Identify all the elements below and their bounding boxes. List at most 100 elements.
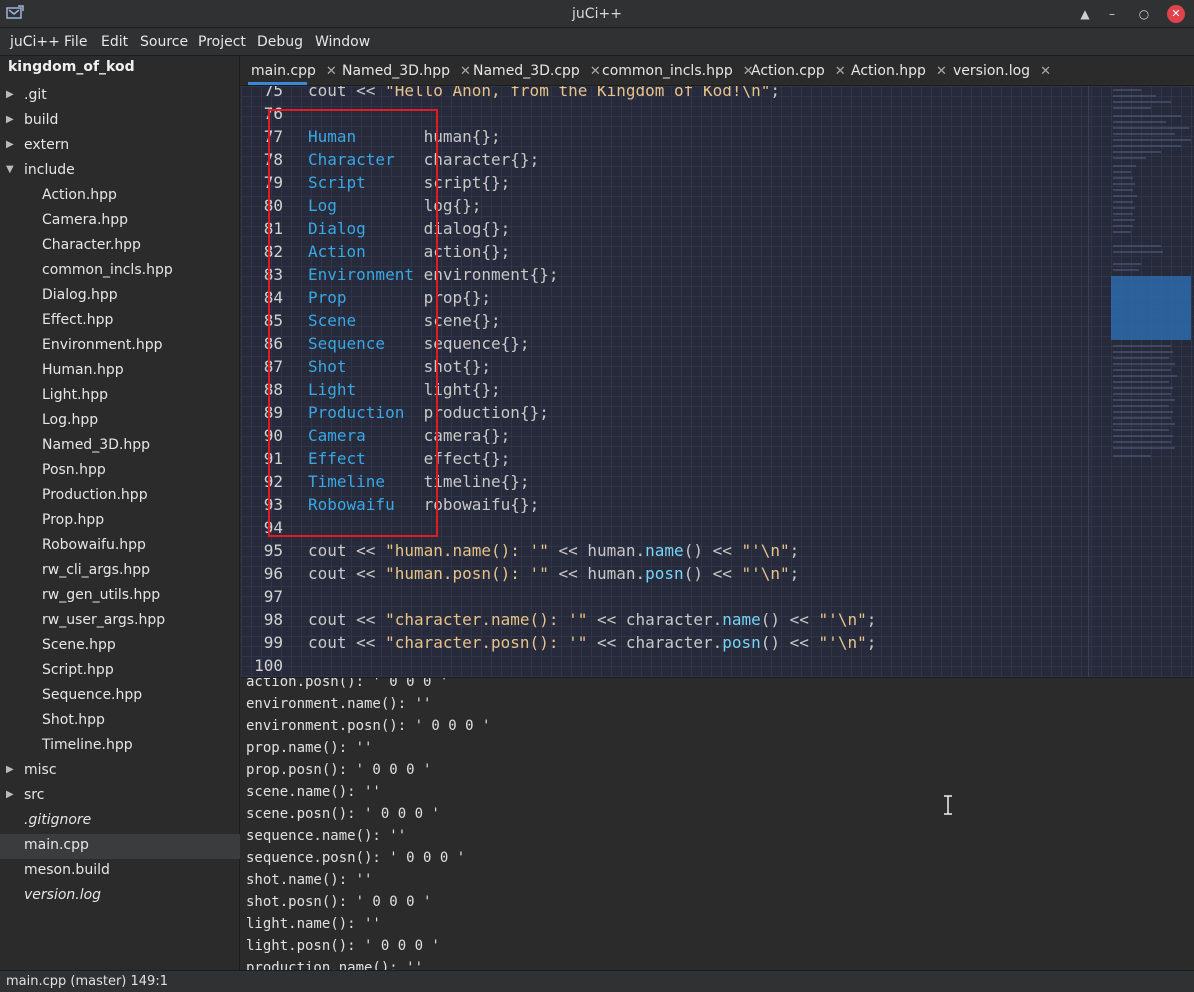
file-item[interactable]: Dialog.hpp — [0, 284, 240, 309]
expand-right-icon[interactable]: ▶ — [6, 763, 18, 777]
project-root[interactable]: kingdom_of_kod — [8, 59, 135, 75]
tree-item-label: Effect.hpp — [42, 312, 114, 328]
file-tree: kingdom_of_kod ▶ .git ▶ build ▶ extern ▼ includ… — [0, 56, 240, 970]
tree-item-label: Prop.hpp — [42, 512, 105, 528]
file-item[interactable]: Sequence.hpp — [0, 684, 240, 709]
file-item[interactable]: Timeline.hpp — [0, 734, 240, 759]
folder-item[interactable]: ▶ build — [0, 109, 240, 134]
code-token: "human.name(): '" — [385, 541, 549, 560]
expand-right-icon[interactable]: ▶ — [6, 138, 18, 152]
file-item[interactable]: Named_3D.hpp — [0, 434, 240, 459]
folder-item[interactable]: ▶ src — [0, 784, 240, 809]
tree-item-label: Action.hpp — [42, 187, 117, 203]
file-item[interactable]: Light.hpp — [0, 384, 240, 409]
minimap-viewport[interactable] — [1111, 276, 1191, 340]
close-tab-icon[interactable]: ✕ — [460, 64, 471, 79]
file-item[interactable]: Camera.hpp — [0, 209, 240, 234]
file-item[interactable]: rw_gen_utils.hpp — [0, 584, 240, 609]
terminal-line: production.name(): '' — [246, 960, 424, 970]
folder-item[interactable]: ▶ misc — [0, 759, 240, 784]
file-item[interactable]: Scene.hpp — [0, 634, 240, 659]
file-item[interactable]: Human.hpp — [0, 359, 240, 384]
tab-common-incls-hpp[interactable]: common_incls.hpp ✕ — [602, 63, 754, 79]
file-item[interactable]: rw_cli_args.hpp — [0, 559, 240, 584]
tree-item-label: Sequence.hpp — [42, 687, 143, 703]
code-line[interactable]: cout << "character.posn(): '" << charact… — [308, 633, 876, 652]
minimize-icon[interactable]: – — [1103, 5, 1121, 23]
maximize-icon[interactable]: ○ — [1135, 5, 1153, 23]
expand-right-icon[interactable]: ▶ — [6, 88, 18, 102]
menu-source[interactable]: Source — [140, 34, 188, 50]
menu-project[interactable]: Project — [198, 34, 246, 50]
file-item[interactable]: Script.hpp — [0, 659, 240, 684]
tab-action-cpp[interactable]: Action.cpp ✕ — [751, 63, 846, 79]
code-line[interactable]: cout << "human.name(): '" << human.name(… — [308, 541, 799, 560]
line-number: 100 — [254, 656, 283, 675]
minimap[interactable] — [1111, 86, 1194, 677]
file-item[interactable]: Effect.hpp — [0, 309, 240, 334]
tree-item-label: common_incls.hpp — [42, 262, 173, 278]
tree-item-label: extern — [24, 137, 70, 153]
file-item[interactable]: .gitignore — [0, 809, 240, 834]
file-item[interactable]: Posn.hpp — [0, 459, 240, 484]
tab-main-cpp[interactable]: main.cpp ✕ — [251, 63, 337, 79]
file-item[interactable]: common_incls.hpp — [0, 259, 240, 284]
file-item[interactable]: Prop.hpp — [0, 509, 240, 534]
tab-named-3d-hpp[interactable]: Named_3D.hpp ✕ — [342, 63, 471, 79]
close-tab-icon[interactable]: ✕ — [1040, 64, 1051, 79]
file-item[interactable]: Production.hpp — [0, 484, 240, 509]
menu-jucipp[interactable]: juCi++ — [10, 34, 60, 50]
file-item[interactable]: Shot.hpp — [0, 709, 240, 734]
title-bar: juCi++ ▲ – ○ ✕ — [0, 0, 1194, 28]
folder-item[interactable]: ▼ include — [0, 159, 240, 184]
file-item[interactable]: Robowaifu.hpp — [0, 534, 240, 559]
folder-item[interactable]: ▶ .git — [0, 84, 240, 109]
tab-version-log[interactable]: version.log ✕ — [953, 63, 1051, 79]
tab-action-hpp[interactable]: Action.hpp ✕ — [851, 63, 947, 79]
file-item[interactable]: Environment.hpp — [0, 334, 240, 359]
folder-item[interactable]: ▶ extern — [0, 134, 240, 159]
close-tab-icon[interactable]: ✕ — [326, 64, 337, 79]
close-icon[interactable]: ✕ — [1167, 5, 1185, 23]
expand-right-icon[interactable]: ▶ — [6, 788, 18, 802]
file-item[interactable]: main.cpp — [0, 834, 240, 859]
tree-item-label: rw_user_args.hpp — [42, 612, 166, 628]
tree-item-label: Character.hpp — [42, 237, 141, 253]
menu-window[interactable]: Window — [315, 34, 370, 50]
close-tab-icon[interactable]: ✕ — [590, 64, 601, 79]
code-token: "'\n" — [741, 564, 790, 583]
terminal-line: environment.posn(): ' 0 0 0 ' — [246, 718, 491, 734]
tab-bar: main.cpp ✕ Named_3D.hpp ✕ Named_3D.cpp ✕ co… — [241, 56, 1194, 86]
tree-item-label: build — [24, 112, 59, 128]
tab-named-3d-cpp[interactable]: Named_3D.cpp ✕ — [473, 63, 601, 79]
file-item[interactable]: Log.hpp — [0, 409, 240, 434]
menu-file[interactable]: File — [64, 34, 87, 50]
code-token: "'\n" — [818, 610, 867, 629]
terminal-output[interactable]: action.posn(): ' 0 0 0 ' environment.name… — [241, 677, 1194, 970]
close-tab-icon[interactable]: ✕ — [936, 64, 947, 79]
code-token: () << — [760, 610, 819, 629]
code-token: << character. — [587, 610, 723, 629]
menu-debug[interactable]: Debug — [257, 34, 303, 50]
line-number: 75 — [263, 86, 283, 100]
close-tab-icon[interactable]: ✕ — [835, 64, 846, 79]
expand-down-icon[interactable]: ▼ — [6, 163, 18, 177]
menu-edit[interactable]: Edit — [101, 34, 128, 50]
code-token: cout << — [308, 610, 386, 629]
code-line[interactable]: cout << "character.name(): '" << charact… — [308, 610, 876, 629]
code-token: () << — [760, 633, 819, 652]
code-token: cout << — [308, 633, 386, 652]
up-arrow-icon[interactable]: ▲ — [1076, 5, 1094, 23]
tree-item-label: Environment.hpp — [42, 337, 163, 353]
file-item[interactable]: rw_user_args.hpp — [0, 609, 240, 634]
expand-right-icon[interactable]: ▶ — [6, 113, 18, 127]
file-item[interactable]: Action.hpp — [0, 184, 240, 209]
code-line[interactable]: cout << "Hello Anon, from the Kingdom of… — [308, 86, 780, 100]
status-text: main.cpp (master) 149:1 — [6, 974, 168, 989]
file-item[interactable]: meson.build — [0, 859, 240, 884]
file-item[interactable]: Character.hpp — [0, 234, 240, 259]
file-item[interactable]: version.log — [0, 884, 240, 909]
tree-item-label: .gitignore — [24, 812, 92, 828]
code-token: ; — [789, 564, 800, 583]
code-line[interactable]: cout << "human.posn(): '" << human.posn(… — [308, 564, 799, 583]
